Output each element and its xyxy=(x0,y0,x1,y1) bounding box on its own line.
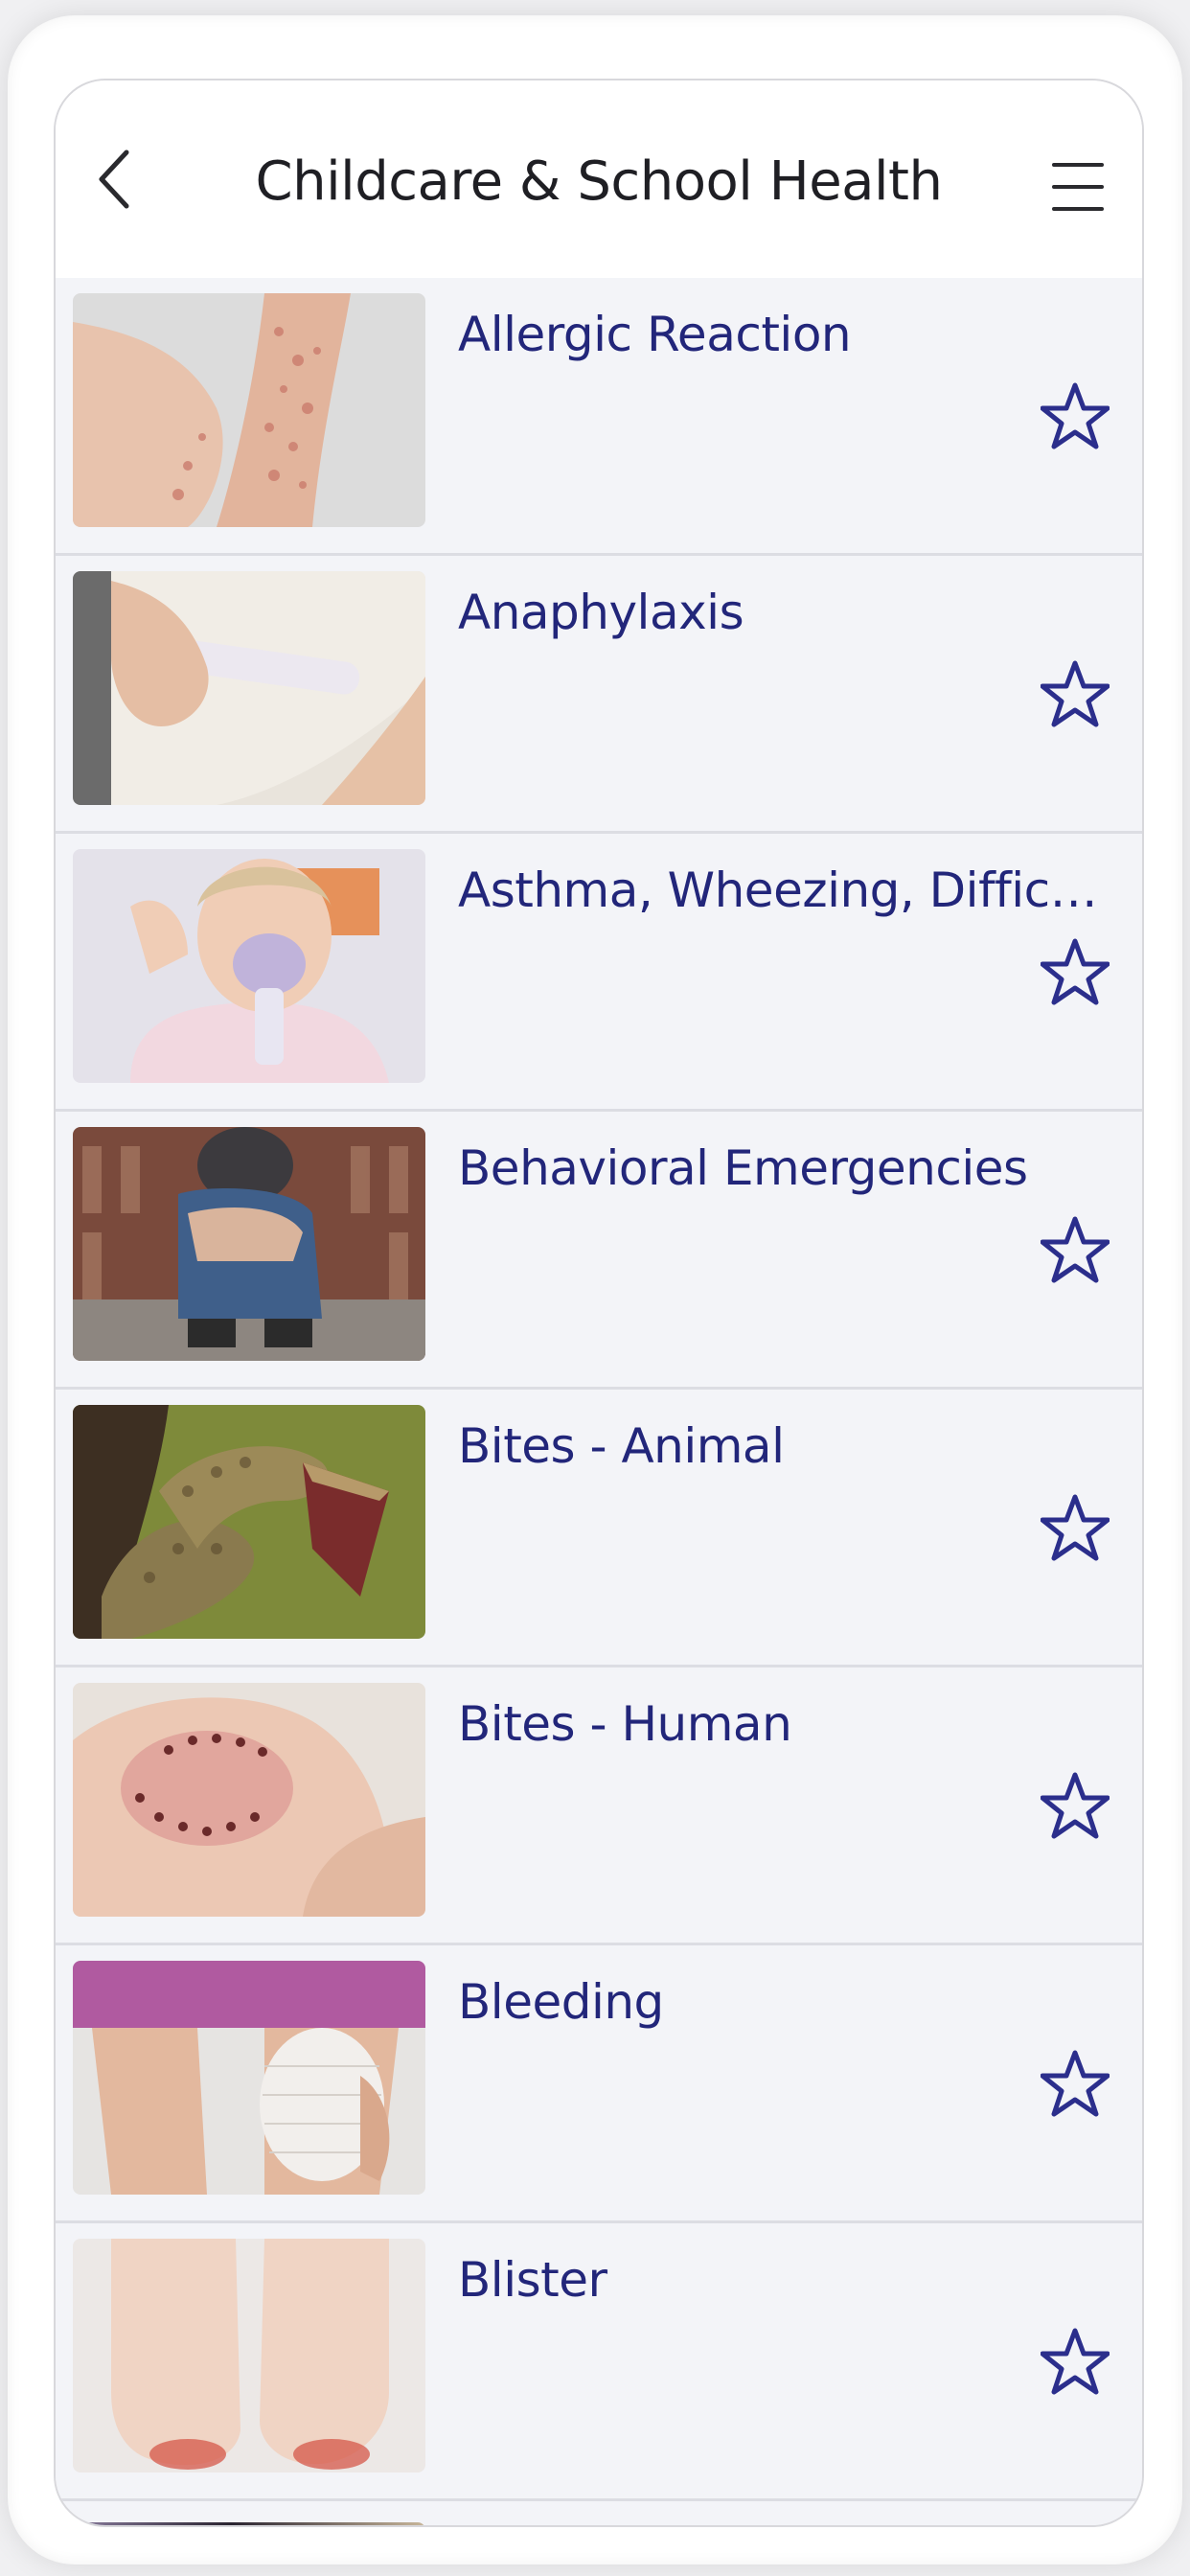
list-item[interactable]: Anaphylaxis xyxy=(56,556,1142,834)
favorite-star-button[interactable] xyxy=(1040,2327,1110,2396)
favorite-star-button[interactable] xyxy=(1040,659,1110,728)
menu-button[interactable] xyxy=(1046,155,1110,218)
hamburger-menu-icon xyxy=(1052,163,1104,167)
star-outline-icon xyxy=(1040,938,1110,1005)
star-outline-icon xyxy=(1040,1494,1110,1561)
favorite-star-button[interactable] xyxy=(1040,1493,1110,1562)
list-item[interactable]: Asthma, Wheezing, Difficult … xyxy=(56,834,1142,1112)
list-item[interactable]: Allergic Reaction xyxy=(56,278,1142,556)
partial-thumbnail-image xyxy=(73,2522,425,2525)
favorite-star-button[interactable] xyxy=(1040,381,1110,450)
list-item[interactable]: Bites - Animal xyxy=(56,1390,1142,1668)
list-item[interactable]: Blister xyxy=(56,2223,1142,2501)
phone-frame: Childcare & School Health Allergic React… xyxy=(8,15,1182,2564)
top-bar: Childcare & School Health xyxy=(56,80,1142,278)
topic-title: Blister xyxy=(458,2252,607,2308)
epinephrine-auto-injector-image xyxy=(73,571,425,805)
star-outline-icon xyxy=(1040,1772,1110,1839)
list-item[interactable]: Bleeding xyxy=(56,1945,1142,2223)
child-with-nebulizer-mask-image xyxy=(73,849,425,1083)
star-outline-icon xyxy=(1040,660,1110,727)
topic-title: Anaphylaxis xyxy=(458,585,744,640)
favorite-star-button[interactable] xyxy=(1040,2049,1110,2118)
topic-list: Allergic Reaction Anaphylaxis Asthma, Wh… xyxy=(56,278,1142,2525)
star-outline-icon xyxy=(1040,382,1110,449)
back-button[interactable] xyxy=(88,146,142,213)
bandaged-knee-image xyxy=(73,1961,425,2195)
chevron-left-icon xyxy=(99,150,129,209)
topic-title: Bites - Human xyxy=(458,1696,792,1752)
child-hugging-knees-image xyxy=(73,1127,425,1361)
topic-title: Bleeding xyxy=(458,1974,664,2030)
list-item[interactable]: Behavioral Emergencies xyxy=(56,1112,1142,1390)
next-list-item-partial xyxy=(56,2501,1142,2525)
favorite-star-button[interactable] xyxy=(1040,1215,1110,1284)
star-outline-icon xyxy=(1040,2328,1110,2395)
snake-with-open-mouth-image xyxy=(73,1405,425,1639)
topic-title: Allergic Reaction xyxy=(458,307,852,362)
topic-title: Behavioral Emergencies xyxy=(458,1140,1028,1196)
favorite-star-button[interactable] xyxy=(1040,937,1110,1006)
bite-mark-on-hand-image xyxy=(73,1683,425,1917)
star-outline-icon xyxy=(1040,2050,1110,2117)
app-screen: Childcare & School Health Allergic React… xyxy=(54,79,1144,2527)
heels-with-blisters-image xyxy=(73,2239,425,2472)
favorite-star-button[interactable] xyxy=(1040,1771,1110,1840)
topic-title: Asthma, Wheezing, Difficult … xyxy=(458,862,1108,918)
rash-on-arm-image xyxy=(73,293,425,527)
list-item[interactable]: Bites - Human xyxy=(56,1668,1142,1945)
star-outline-icon xyxy=(1040,1216,1110,1283)
page-title: Childcare & School Health xyxy=(255,150,943,213)
topic-title: Bites - Animal xyxy=(458,1418,785,1474)
